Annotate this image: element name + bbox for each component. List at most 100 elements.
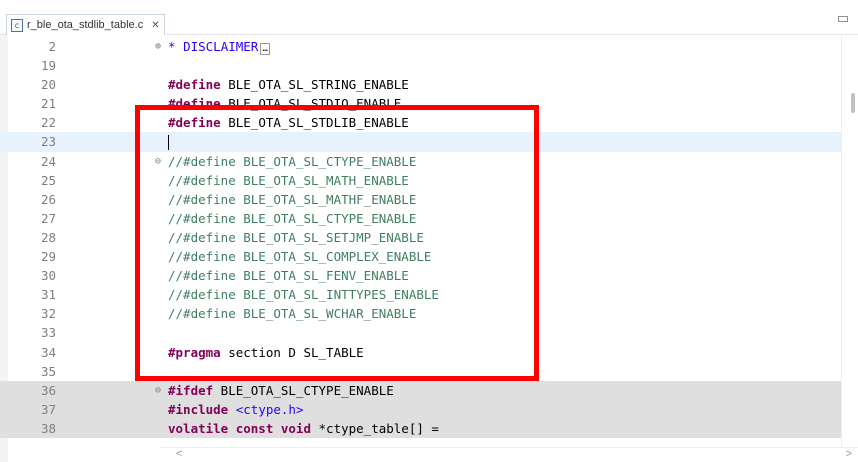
code-text: //#define BLE_OTA_SL_COMPLEX_ENABLE: [168, 247, 431, 266]
line-number: 21: [40, 96, 56, 112]
comment-text: //#define BLE_OTA_SL_INTTYPES_ENABLE: [168, 287, 439, 303]
code-text: volatile const void *ctype_table[] =: [168, 419, 439, 438]
c-file-icon: c: [11, 18, 23, 32]
code-line[interactable]: 22 #define BLE_OTA_SL_STDLIB_ENABLE: [0, 113, 858, 132]
code-line[interactable]: 36 ⊖ #ifdef BLE_OTA_SL_CTYPE_ENABLE: [0, 380, 858, 400]
code-text: //#define BLE_OTA_SL_SETJMP_ENABLE: [168, 228, 424, 247]
code-text: #pragma section D SL_TABLE: [168, 343, 364, 362]
vertical-scrollbar[interactable]: [841, 35, 858, 447]
line-number: 30: [40, 268, 56, 284]
line-number: 26: [40, 191, 56, 207]
code-token: BLE_OTA_SL_STDLIB_ENABLE: [220, 115, 409, 131]
comment-text: //#define BLE_OTA_SL_MATHF_ENABLE: [168, 191, 417, 207]
line-number: 27: [40, 210, 56, 226]
code-text: #define BLE_OTA_SL_STRING_ENABLE: [168, 75, 409, 94]
keyword: #include: [168, 401, 229, 417]
code-line[interactable]: 32 //#define BLE_OTA_SL_WCHAR_ENABLE: [0, 304, 858, 323]
code-line[interactable]: 23: [0, 132, 858, 152]
line-number: 29: [40, 249, 56, 265]
code-text: //#define BLE_OTA_SL_CTYPE_ENABLE: [168, 152, 416, 171]
comment-text: //#define BLE_OTA_SL_CTYPE_ENABLE: [168, 153, 417, 169]
code-text: #define BLE_OTA_SL_STDLIB_ENABLE: [168, 113, 409, 132]
code-line[interactable]: 29 //#define BLE_OTA_SL_COMPLEX_ENABLE: [0, 247, 858, 266]
line-number: 20: [40, 77, 56, 93]
comment-text: //#define BLE_OTA_SL_FENV_ENABLE: [168, 268, 409, 284]
code-text: #ifdef BLE_OTA_SL_CTYPE_ENABLE: [168, 381, 394, 400]
code-line[interactable]: 37 #include <ctype.h>: [0, 399, 858, 419]
line-number: 2: [48, 39, 56, 54]
keyword: volatile const void: [168, 420, 311, 436]
code-line[interactable]: 27 //#define BLE_OTA_SL_CTYPE_ENABLE: [0, 209, 858, 228]
comment-text: //#define BLE_OTA_SL_MATH_ENABLE: [168, 172, 409, 188]
code-line[interactable]: 25 //#define BLE_OTA_SL_MATH_ENABLE: [0, 171, 858, 190]
line-number: 23: [40, 134, 56, 150]
code-line[interactable]: 28 //#define BLE_OTA_SL_SETJMP_ENABLE: [0, 228, 858, 247]
code-token: BLE_OTA_SL_CTYPE_ENABLE: [213, 382, 394, 398]
horizontal-scrollbar[interactable]: < >: [160, 447, 858, 462]
expand-fold-icon[interactable]: ⊕: [155, 37, 161, 56]
code-line[interactable]: 24 ⊖ //#define BLE_OTA_SL_CTYPE_ENABLE: [0, 152, 858, 171]
include-path: <ctype.h>: [228, 401, 304, 417]
collapsed-marker[interactable]: …: [260, 43, 270, 55]
comment-text: //#define BLE_OTA_SL_SETJMP_ENABLE: [168, 229, 424, 245]
keyword: #ifdef: [168, 382, 214, 398]
code-token: section D SL_TABLE: [220, 344, 364, 360]
vertical-scrollbar-thumb[interactable]: [851, 93, 855, 113]
scroll-left-arrow-icon[interactable]: <: [176, 448, 182, 460]
line-number: 19: [40, 58, 56, 74]
minimize-icon[interactable]: [838, 16, 848, 22]
keyword: #define: [168, 77, 221, 93]
collapse-fold-icon[interactable]: ⊖: [155, 381, 161, 400]
line-number: 24: [40, 153, 56, 169]
keyword: #define: [168, 115, 221, 131]
comment-prefix: *: [168, 39, 184, 54]
editor-tab-bar: c r_ble_ota_stdlib_table.c ✕: [0, 0, 858, 35]
code-text: //#define BLE_OTA_SL_MATH_ENABLE: [168, 171, 409, 190]
code-token: BLE_OTA_SL_STDIO_ENABLE: [220, 96, 402, 112]
line-number: 28: [40, 229, 56, 245]
code-text: //#define BLE_OTA_SL_WCHAR_ENABLE: [168, 304, 416, 323]
line-number: 36: [40, 382, 56, 398]
code-line[interactable]: 38 volatile const void *ctype_table[] =: [0, 418, 858, 438]
code-line[interactable]: 33: [0, 323, 858, 342]
keyword: #pragma: [168, 344, 221, 360]
code-line[interactable]: 2 ⊕ * DISCLAIMER…: [0, 37, 858, 56]
collapse-fold-icon[interactable]: ⊖: [155, 152, 161, 171]
code-editor[interactable]: 2 ⊕ * DISCLAIMER… 19 20 #define BLE_OTA_SL_ST…: [0, 35, 858, 462]
collapsed-comment-text: DISCLAIMER: [183, 39, 259, 54]
comment-text: //#define BLE_OTA_SL_COMPLEX_ENABLE: [168, 249, 432, 265]
code-lines: 2 ⊕ * DISCLAIMER… 19 20 #define BLE_OTA_SL_ST…: [0, 37, 858, 438]
scroll-right-arrow-icon[interactable]: >: [846, 448, 852, 460]
code-text: #include <ctype.h>: [168, 400, 303, 419]
code-text: //#define BLE_OTA_SL_MATHF_ENABLE: [168, 190, 416, 209]
code-token: BLE_OTA_SL_STRING_ENABLE: [220, 77, 409, 93]
code-line[interactable]: 20 #define BLE_OTA_SL_STRING_ENABLE: [0, 75, 858, 94]
line-number: 37: [40, 401, 56, 417]
close-icon[interactable]: ✕: [151, 20, 159, 31]
code-line[interactable]: 26 //#define BLE_OTA_SL_MATHF_ENABLE: [0, 190, 858, 209]
code-token: *ctype_table[] =: [311, 420, 439, 436]
code-line[interactable]: 31 //#define BLE_OTA_SL_INTTYPES_ENABLE: [0, 285, 858, 304]
code-text: //#define BLE_OTA_SL_FENV_ENABLE: [168, 266, 409, 285]
code-line[interactable]: 19: [0, 56, 858, 75]
line-number: 22: [40, 115, 56, 131]
code-text: [168, 132, 169, 151]
comment-text: //#define BLE_OTA_SL_WCHAR_ENABLE: [168, 306, 417, 322]
code-text: //#define BLE_OTA_SL_CTYPE_ENABLE: [168, 209, 416, 228]
keyword: #define: [168, 96, 221, 112]
code-line[interactable]: 21 #define BLE_OTA_SL_STDIO_ENABLE: [0, 94, 858, 113]
code-text: //#define BLE_OTA_SL_INTTYPES_ENABLE: [168, 285, 439, 304]
tab-r-ble-ota-stdlib-table[interactable]: c r_ble_ota_stdlib_table.c ✕: [6, 14, 165, 35]
line-number: 34: [40, 344, 56, 360]
code-line[interactable]: 35: [0, 362, 858, 381]
text-caret: [168, 135, 169, 151]
code-line[interactable]: 34 #pragma section D SL_TABLE: [0, 343, 858, 362]
line-number: 35: [40, 363, 56, 379]
line-number: 31: [40, 287, 56, 303]
line-number: 33: [40, 325, 56, 341]
line-number: 32: [40, 306, 56, 322]
tab-label: r_ble_ota_stdlib_table.c: [27, 19, 144, 31]
code-line[interactable]: 30 //#define BLE_OTA_SL_FENV_ENABLE: [0, 266, 858, 285]
comment-text: //#define BLE_OTA_SL_CTYPE_ENABLE: [168, 210, 417, 226]
line-number: 25: [40, 172, 56, 188]
